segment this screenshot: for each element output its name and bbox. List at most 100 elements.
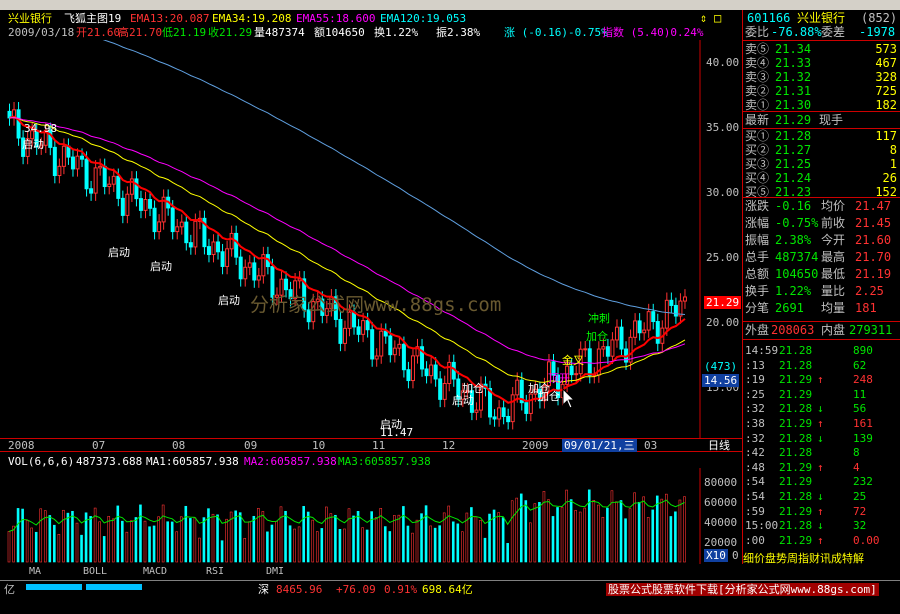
market-bar-1 bbox=[26, 584, 82, 590]
candle-body bbox=[388, 335, 393, 356]
stat-label: 分笔 bbox=[745, 301, 770, 315]
tick-price: 21.28 bbox=[779, 358, 813, 372]
candle-body bbox=[669, 299, 674, 306]
period-label[interactable]: 日线 bbox=[708, 439, 730, 452]
tab-rsi[interactable]: RSI bbox=[190, 566, 240, 579]
volume-bar bbox=[80, 534, 83, 563]
sells-volume: 328 bbox=[875, 70, 897, 84]
tick-row: 15:00 21.28 ↓ 32 bbox=[745, 519, 899, 532]
buys-row[interactable]: 买① 21.28 117 bbox=[745, 130, 899, 143]
stat-value: 21.19 bbox=[855, 267, 892, 281]
volume-bar bbox=[343, 528, 346, 563]
candle-body bbox=[614, 326, 619, 341]
volume-bar bbox=[198, 537, 201, 563]
sells-row[interactable]: 卖③ 21.32 328 bbox=[745, 71, 899, 84]
stat-value: -0.16 bbox=[775, 199, 812, 213]
volume-bar bbox=[524, 500, 528, 563]
high-price-label: 34.98 bbox=[24, 122, 58, 135]
cursor-date-label: 09/01/21,三 bbox=[562, 439, 637, 452]
formula-name[interactable]: 飞狐主图19 bbox=[64, 12, 121, 25]
volume-indicator-name: VOL(6,6,6) bbox=[8, 455, 75, 468]
latest-label: 最新 bbox=[745, 113, 770, 127]
sells-row[interactable]: 卖② 21.31 725 bbox=[745, 85, 899, 98]
inner-label: 内盘 bbox=[821, 323, 846, 337]
volume-bar bbox=[538, 502, 541, 563]
expand-icon[interactable]: □ bbox=[714, 12, 721, 25]
volume-bar bbox=[411, 532, 414, 563]
volume-bar bbox=[556, 507, 559, 563]
tab-ma[interactable]: MA bbox=[10, 566, 60, 579]
volume-bar bbox=[356, 510, 360, 563]
candle-body bbox=[116, 175, 121, 199]
tab-dmi[interactable]: DMI bbox=[250, 566, 300, 579]
volume-bar bbox=[628, 508, 632, 563]
candle-body bbox=[70, 156, 75, 170]
stat-label: 总手 bbox=[745, 250, 770, 264]
volume-bar bbox=[261, 511, 265, 563]
candle-body bbox=[220, 251, 225, 267]
cursor-price-label: 14.56 bbox=[702, 374, 740, 387]
volume-bar bbox=[302, 506, 305, 563]
volume-bar bbox=[275, 520, 278, 563]
ad-banner[interactable]: 股票公式股票软件下载[分析家公式网www.88gs.com] bbox=[606, 583, 879, 596]
volume-bar bbox=[461, 531, 464, 563]
volume-bar bbox=[610, 490, 614, 563]
tick-price: 21.28 bbox=[779, 519, 813, 533]
candle-body bbox=[492, 416, 497, 420]
tick-price: 21.28 bbox=[779, 446, 813, 460]
volume-bar bbox=[306, 511, 310, 563]
candle-body bbox=[673, 304, 678, 317]
tick-volume: 4 bbox=[853, 460, 860, 474]
tick-time: 15:00 bbox=[745, 519, 779, 533]
volume-bar bbox=[193, 517, 197, 563]
tick-arrow-icon: ↓ bbox=[817, 490, 824, 503]
volume-bar bbox=[674, 511, 677, 563]
candle-body bbox=[619, 326, 624, 350]
sells-row[interactable]: 卖⑤ 21.34 573 bbox=[745, 43, 899, 56]
volume-bar bbox=[157, 516, 160, 563]
tick-row: :00 21.29 ↑ 0.00 bbox=[745, 534, 899, 547]
weibi-value: -76.88% bbox=[771, 25, 822, 39]
close-value: 收21.29 bbox=[208, 26, 253, 39]
tab-boll[interactable]: BOLL bbox=[70, 566, 120, 579]
divider bbox=[743, 321, 900, 322]
volume-bar bbox=[66, 512, 70, 563]
volume-bar bbox=[547, 499, 550, 563]
buys-row[interactable]: 买② 21.27 8 bbox=[745, 144, 899, 157]
volume-bar bbox=[62, 509, 65, 563]
candle-body bbox=[601, 346, 606, 350]
candle-body bbox=[528, 393, 533, 414]
candle-body bbox=[98, 165, 103, 169]
candle-body bbox=[633, 320, 638, 338]
volume-bar bbox=[474, 516, 478, 563]
candle-body bbox=[401, 343, 406, 371]
volume-bar bbox=[506, 543, 509, 563]
volume-bar bbox=[161, 504, 165, 563]
panel-footer-tabs[interactable]: 细价盘势周指财讯成特解 bbox=[743, 552, 864, 565]
current-price-tag: 21.29 bbox=[704, 296, 742, 309]
candle-body bbox=[610, 339, 615, 357]
window-top-strip bbox=[0, 0, 900, 10]
divider bbox=[743, 111, 900, 112]
candle-body bbox=[138, 198, 143, 211]
buys-row[interactable]: 买④ 21.24 26 bbox=[745, 172, 899, 185]
volume-bar bbox=[479, 520, 482, 563]
time-tick-label: 08 bbox=[172, 439, 186, 452]
candle-body bbox=[234, 232, 239, 258]
volume-bar bbox=[651, 509, 655, 563]
candle-body bbox=[637, 320, 642, 334]
mouse-cursor-icon bbox=[562, 388, 576, 409]
settings-icon[interactable]: ⇕ bbox=[700, 12, 707, 25]
weibi-label: 委比 bbox=[745, 25, 770, 39]
stat-label: 量比 bbox=[821, 284, 846, 298]
tab-macd[interactable]: MACD bbox=[130, 566, 180, 579]
stats-row: 振幅 2.38% 今开 21.60 bbox=[745, 234, 899, 247]
sells-row[interactable]: 卖④ 21.33 467 bbox=[745, 57, 899, 70]
buys-row[interactable]: 买③ 21.25 1 bbox=[745, 158, 899, 171]
kline-chart-area[interactable]: 兴业银行 飞狐主图19 EMA13:20.087 EMA34:19.208 EM… bbox=[0, 10, 742, 564]
ema34-value: EMA34:19.208 bbox=[212, 12, 292, 25]
candle-body bbox=[447, 361, 452, 384]
tick-row: :32 21.28 ↓ 56 bbox=[745, 402, 899, 415]
tick-time: :48 bbox=[745, 460, 765, 474]
tick-price: 21.28 bbox=[779, 431, 813, 445]
